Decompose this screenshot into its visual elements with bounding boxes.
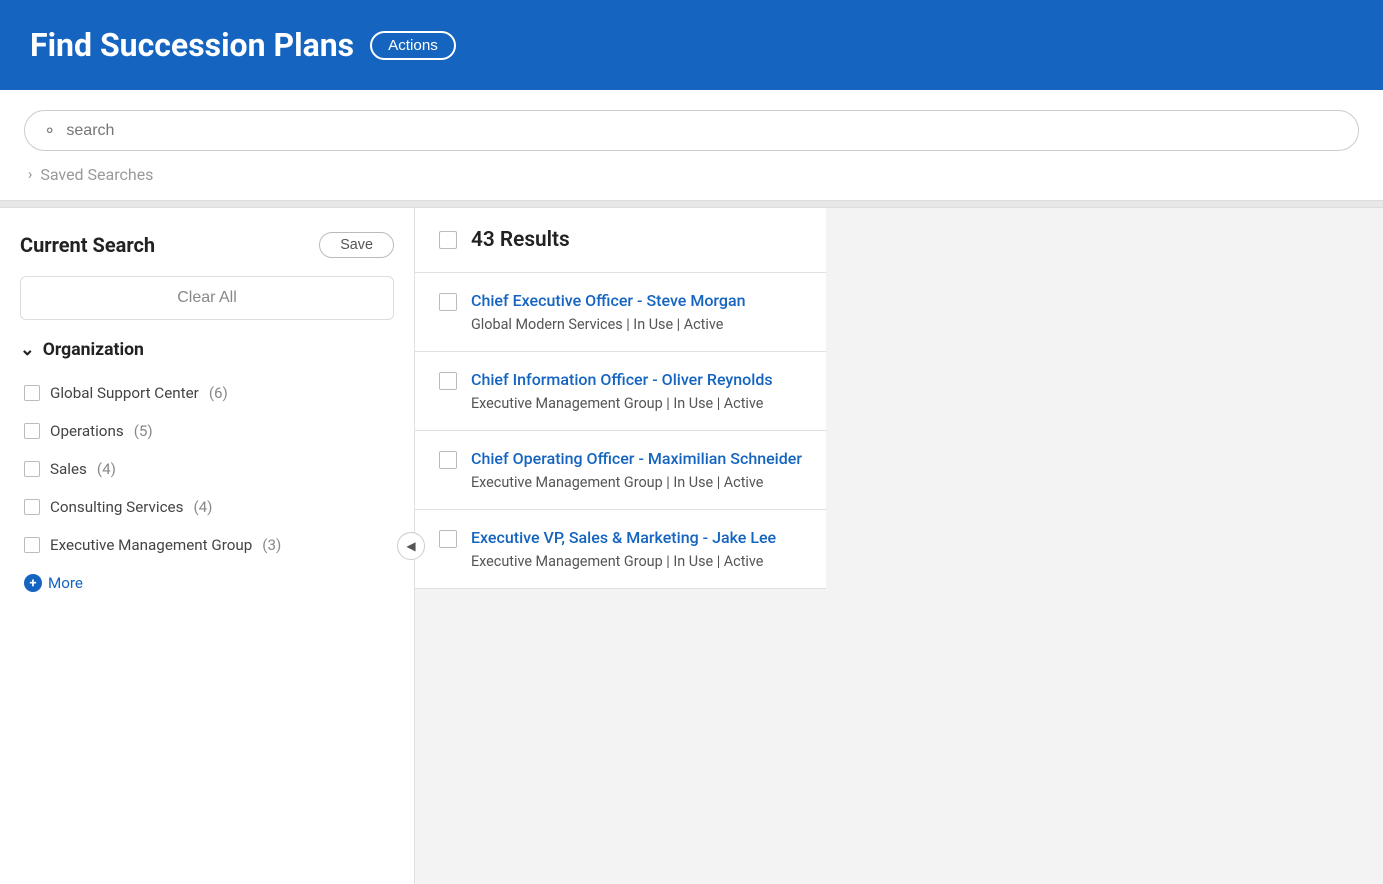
result-subtitle: Executive Management Group | In Use | Ac… (471, 553, 763, 570)
result-subtitle: Executive Management Group | In Use | Ac… (471, 395, 763, 412)
filter-checkbox[interactable] (24, 461, 40, 477)
filter-checkbox[interactable] (24, 499, 40, 515)
page-header: Find Succession Plans Actions (0, 0, 1383, 90)
result-item: Chief Executive Officer - Steve Morgan G… (415, 273, 826, 352)
filter-option[interactable]: Operations (5) (20, 412, 394, 450)
select-all-checkbox[interactable] (439, 231, 457, 249)
search-input[interactable] (66, 122, 1340, 140)
result-content: Chief Executive Officer - Steve Morgan G… (471, 291, 746, 333)
result-content: Chief Information Officer - Oliver Reyno… (471, 370, 773, 412)
results-header: 43 Results (415, 208, 826, 273)
result-item: Chief Information Officer - Oliver Reyno… (415, 352, 826, 431)
sidebar-header: Current Search Save (20, 232, 394, 258)
filter-checkbox[interactable] (24, 423, 40, 439)
page-title: Find Succession Plans (30, 26, 354, 64)
result-title[interactable]: Chief Operating Officer - Maximilian Sch… (471, 449, 802, 468)
divider (0, 200, 1383, 208)
filter-option[interactable]: Consulting Services (4) (20, 488, 394, 526)
main-content: Current Search Save Clear All ⌄ Organiza… (0, 208, 1383, 884)
result-title[interactable]: Executive VP, Sales & Marketing - Jake L… (471, 528, 776, 547)
result-item: Chief Operating Officer - Maximilian Sch… (415, 431, 826, 510)
results-count: 43 Results (471, 228, 570, 252)
organization-filter-label: Organization (43, 340, 144, 360)
filter-option[interactable]: Global Support Center (6) (20, 374, 394, 412)
result-checkbox[interactable] (439, 293, 457, 311)
search-bar: ⚬ (24, 110, 1359, 151)
result-checkbox[interactable] (439, 530, 457, 548)
filter-label: Operations (50, 422, 124, 440)
filter-count: (4) (97, 460, 116, 478)
results-wrapper: ◀ 43 Results Chief Executive Officer - S… (415, 208, 826, 884)
filter-label: Consulting Services (50, 498, 183, 516)
plus-icon: + (24, 574, 42, 592)
sidebar: Current Search Save Clear All ⌄ Organiza… (0, 208, 415, 884)
filter-count: (3) (262, 536, 281, 554)
result-title[interactable]: Chief Information Officer - Oliver Reyno… (471, 370, 773, 389)
search-area: ⚬ › Saved Searches (0, 90, 1383, 200)
clear-all-button[interactable]: Clear All (20, 276, 394, 320)
search-icon: ⚬ (43, 121, 56, 140)
result-subtitle: Executive Management Group | In Use | Ac… (471, 474, 763, 491)
organization-filter-section[interactable]: ⌄ Organization (20, 340, 394, 360)
result-checkbox[interactable] (439, 451, 457, 469)
actions-button[interactable]: Actions (370, 31, 456, 60)
result-item: Executive VP, Sales & Marketing - Jake L… (415, 510, 826, 589)
more-label: More (48, 574, 83, 592)
saved-searches-toggle[interactable]: › Saved Searches (24, 151, 1359, 192)
filter-option[interactable]: Sales (4) (20, 450, 394, 488)
filter-label: Executive Management Group (50, 536, 252, 554)
filter-count: (4) (193, 498, 212, 516)
save-button[interactable]: Save (319, 232, 394, 258)
result-title[interactable]: Chief Executive Officer - Steve Morgan (471, 291, 746, 310)
saved-searches-label: Saved Searches (40, 165, 153, 184)
filter-count: (5) (134, 422, 153, 440)
filter-checkbox[interactable] (24, 385, 40, 401)
filter-option[interactable]: Executive Management Group (3) (20, 526, 394, 564)
filter-label: Sales (50, 460, 87, 478)
chevron-right-icon: › (28, 166, 32, 183)
filter-count: (6) (209, 384, 228, 402)
results-area: 43 Results Chief Executive Officer - Ste… (415, 208, 826, 589)
result-subtitle: Global Modern Services | In Use | Active (471, 316, 723, 333)
chevron-down-icon: ⌄ (20, 340, 35, 360)
result-checkbox[interactable] (439, 372, 457, 390)
result-content: Executive VP, Sales & Marketing - Jake L… (471, 528, 776, 570)
filter-checkbox[interactable] (24, 537, 40, 553)
more-button[interactable]: + More (20, 564, 394, 602)
current-search-title: Current Search (20, 233, 155, 257)
filter-options-list: Global Support Center (6) Operations (5)… (20, 374, 394, 564)
filter-label: Global Support Center (50, 384, 199, 402)
result-content: Chief Operating Officer - Maximilian Sch… (471, 449, 802, 491)
results-list: Chief Executive Officer - Steve Morgan G… (415, 273, 826, 589)
collapse-panel-button[interactable]: ◀ (397, 532, 425, 560)
